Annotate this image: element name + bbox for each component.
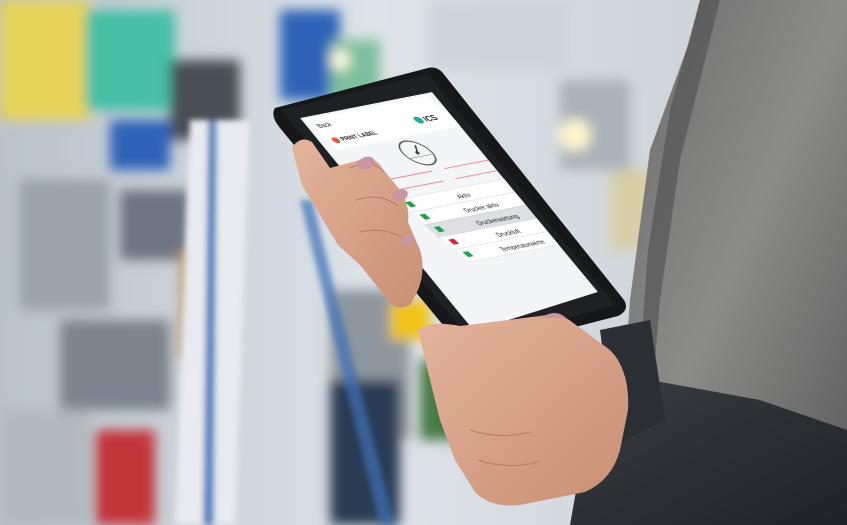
photo-illustration: Back PRINT LABEL ICS Aktiv Drucker aktiv… [0,0,847,525]
photo-scene: Back PRINT LABEL ICS Aktiv Drucker aktiv… [0,0,847,525]
